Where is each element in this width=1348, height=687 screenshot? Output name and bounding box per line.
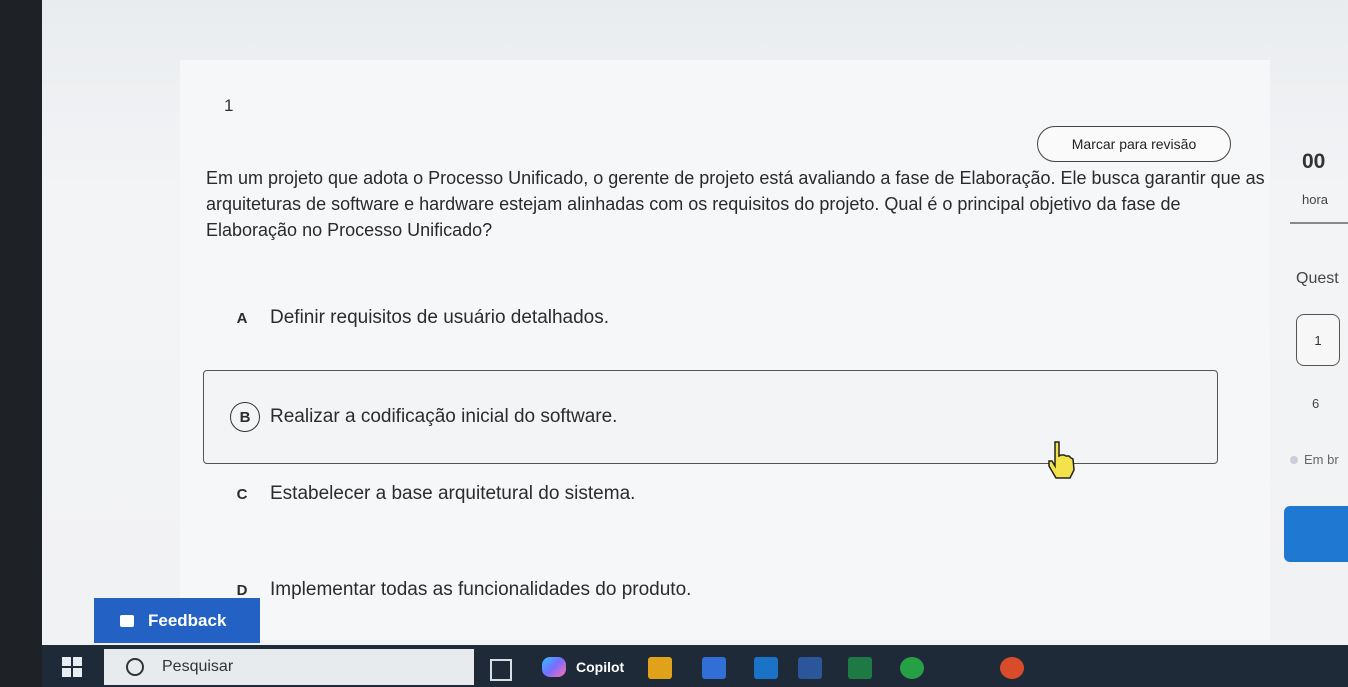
copilot-icon xyxy=(542,657,566,677)
whatsapp-icon[interactable] xyxy=(900,657,924,679)
outlook-icon[interactable] xyxy=(754,657,778,679)
question-count: 6 xyxy=(1312,396,1320,411)
option-text: Realizar a codificação inicial do softwa… xyxy=(270,406,618,427)
question-stem: Em um projeto que adota o Processo Unifi… xyxy=(206,168,1265,240)
divider xyxy=(1290,222,1348,224)
status-legend: Em br xyxy=(1290,452,1339,467)
timer-value: 00 xyxy=(1302,150,1326,173)
windows-start-icon[interactable] xyxy=(62,657,82,677)
screen-bezel xyxy=(0,0,42,687)
question-nav-item[interactable]: 1 xyxy=(1296,314,1340,366)
option-text: Estabelecer a base arquitetural do siste… xyxy=(270,483,636,504)
feedback-label: Feedback xyxy=(148,610,227,630)
feedback-icon xyxy=(120,614,134,627)
task-view-icon[interactable] xyxy=(490,659,512,681)
feedback-button[interactable]: Feedback xyxy=(94,598,260,643)
taskbar: Pesquisar Copilot xyxy=(42,645,1348,687)
status-label: Em br xyxy=(1304,452,1339,467)
status-dot-icon xyxy=(1290,455,1298,464)
option-letter: B xyxy=(230,402,260,432)
question-number: 1 xyxy=(224,96,234,115)
finish-button[interactable] xyxy=(1284,506,1348,562)
option-text: Definir requisitos de usuário detalhados… xyxy=(270,307,610,328)
store-icon[interactable] xyxy=(702,657,726,679)
chrome-icon[interactable] xyxy=(1000,657,1024,679)
copilot-label: Copilot xyxy=(576,659,625,675)
questions-label: Quest xyxy=(1296,270,1339,287)
option-text: Implementar todas as funcionalidades do … xyxy=(270,579,692,600)
timer-unit: hora xyxy=(1302,192,1329,207)
search-placeholder: Pesquisar xyxy=(162,658,234,675)
option-a[interactable]: A Definir requisitos de usuário detalhad… xyxy=(206,306,609,330)
word-icon[interactable] xyxy=(798,657,822,679)
taskbar-search[interactable]: Pesquisar xyxy=(104,649,474,685)
option-letter: A xyxy=(236,309,248,327)
option-letter: C xyxy=(236,485,248,503)
excel-icon[interactable] xyxy=(848,657,872,679)
copilot-button[interactable]: Copilot xyxy=(542,653,624,681)
mark-for-review-button[interactable]: Marcar para revisão xyxy=(1037,126,1231,162)
option-d[interactable]: D Implementar todas as funcionalidades d… xyxy=(206,578,692,602)
hand-cursor-icon xyxy=(1048,441,1075,479)
search-icon xyxy=(126,658,144,676)
file-explorer-icon[interactable] xyxy=(648,657,672,679)
option-c[interactable]: C Estabelecer a base arquitetural do sis… xyxy=(206,482,636,506)
